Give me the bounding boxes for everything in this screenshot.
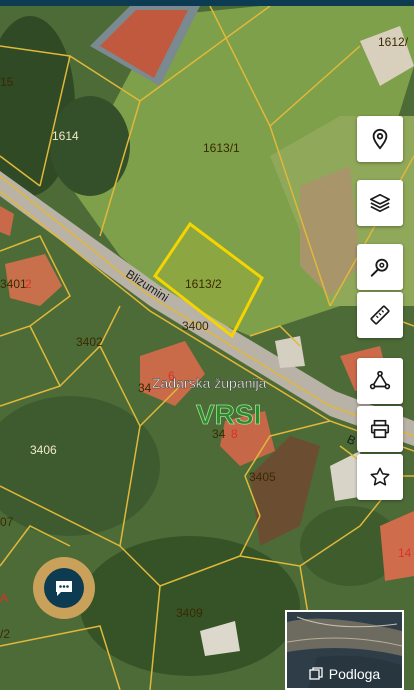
top-bar <box>0 0 414 6</box>
house-number: 2 <box>25 277 32 291</box>
place-label: VRSI <box>196 399 261 430</box>
parcel-label: 1614 <box>52 129 79 143</box>
chat-button[interactable] <box>33 557 95 619</box>
house-number: 14 <box>398 546 412 560</box>
parcel-label: A <box>0 591 8 605</box>
parcel-label: 15 <box>0 75 14 89</box>
forest-patch <box>50 96 130 196</box>
shape-button[interactable] <box>357 358 403 404</box>
parcel-label: /2 <box>0 627 10 641</box>
search-location-icon <box>370 258 389 277</box>
parcel-label: 3409 <box>176 606 203 620</box>
parcel-label: 3400 <box>182 319 209 333</box>
parcel-label: 1612/ <box>378 35 409 49</box>
county-label: Zadarska županija <box>152 375 267 391</box>
favorite-button[interactable] <box>357 454 403 500</box>
locate-button[interactable] <box>357 116 403 162</box>
map-pin-icon <box>372 128 388 150</box>
parcel-label: 3401 <box>0 277 27 291</box>
chat-bubble-icon <box>44 568 84 608</box>
print-icon <box>370 419 390 439</box>
basemap-toggle[interactable]: Podloga <box>285 610 404 690</box>
basemap-label: Podloga <box>328 666 381 682</box>
layers-button[interactable] <box>357 180 403 226</box>
parcel-label: 3402 <box>76 335 103 349</box>
measure-button[interactable] <box>357 292 403 338</box>
parcel-label: 3406 <box>30 443 57 457</box>
star-icon <box>370 467 390 486</box>
basemap-icon <box>309 667 323 680</box>
search-location-button[interactable] <box>357 244 403 290</box>
parcel-label: 1613/1 <box>203 141 240 155</box>
parcel-label: 34 <box>138 381 152 395</box>
basemap-label-row: Podloga <box>287 666 402 682</box>
parcel-label: 07 <box>0 515 14 529</box>
polygon-icon <box>369 370 391 390</box>
building-roof <box>275 336 305 368</box>
layers-icon <box>370 193 390 213</box>
ruler-icon <box>370 305 390 325</box>
parcel-label: 1613/2 <box>185 277 222 291</box>
parcel-label: 3405 <box>249 470 276 484</box>
print-button[interactable] <box>357 406 403 452</box>
